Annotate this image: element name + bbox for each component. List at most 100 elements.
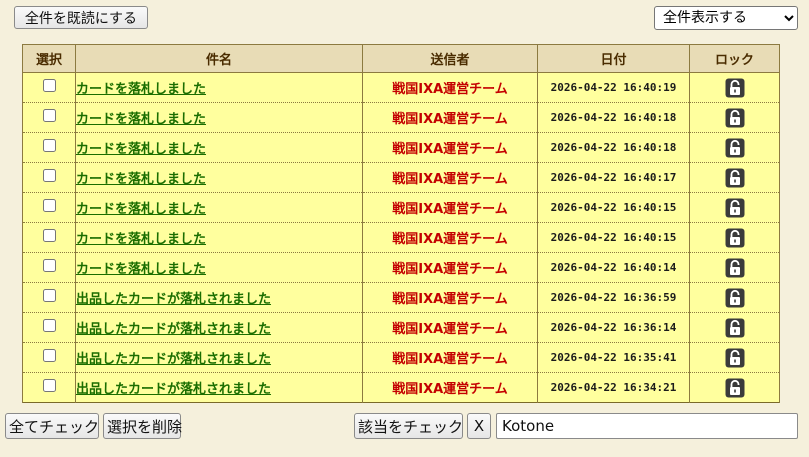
- match-name-input[interactable]: [496, 413, 798, 439]
- header-select: 選択: [22, 44, 76, 73]
- row-lock-cell: [689, 222, 780, 253]
- row-date: 2026-04-22 16:40:19: [550, 81, 677, 94]
- row-select-checkbox[interactable]: [42, 139, 56, 152]
- row-subject-link[interactable]: カードを落札しました: [76, 142, 206, 157]
- row-subject-link[interactable]: 出品したカードが落札されました: [76, 382, 271, 397]
- row-subject-link[interactable]: カードを落札しました: [76, 172, 206, 187]
- row-subject-link[interactable]: 出品したカードが落札されました: [76, 292, 271, 307]
- row-select-checkbox[interactable]: [42, 259, 56, 272]
- row-sender: 戦国IXA運営チーム: [392, 82, 508, 97]
- header-subject: 件名: [75, 44, 363, 73]
- delete-selected-button[interactable]: 選択を削除: [103, 413, 182, 439]
- padlock-open-icon[interactable]: [725, 228, 745, 248]
- padlock-open-icon[interactable]: [725, 138, 745, 158]
- header-lock: ロック: [689, 44, 780, 73]
- row-select-checkbox[interactable]: [42, 349, 56, 362]
- padlock-open-icon[interactable]: [725, 168, 745, 188]
- row-lock-cell: [689, 162, 780, 193]
- row-date: 2026-04-22 16:40:15: [550, 201, 677, 214]
- row-sender: 戦国IXA運営チーム: [392, 262, 508, 277]
- row-select-checkbox[interactable]: [42, 169, 56, 182]
- padlock-open-icon[interactable]: [725, 78, 745, 98]
- row-select-cell: [22, 282, 76, 313]
- row-lock-cell: [689, 132, 780, 163]
- row-sender-cell: 戦国IXA運営チーム: [362, 192, 538, 223]
- table-header-row: 選択 件名 送信者 日付 ロック: [22, 44, 780, 73]
- table-row: 出品したカードが落札されました 戦国IXA運営チーム 2026-04-22 16:3…: [22, 282, 780, 313]
- table-row: カードを落札しました 戦国IXA運営チーム 2026-04-22 16:40:18: [22, 132, 780, 163]
- check-matching-button[interactable]: 該当をチェック: [354, 413, 463, 439]
- row-select-cell: [22, 372, 76, 403]
- row-select-checkbox[interactable]: [42, 379, 56, 392]
- row-sender-cell: 戦国IXA運営チーム: [362, 312, 538, 343]
- padlock-open-icon[interactable]: [725, 108, 745, 128]
- padlock-open-icon[interactable]: [725, 258, 745, 278]
- row-select-checkbox[interactable]: [42, 79, 56, 92]
- row-subject-cell: カードを落札しました: [75, 132, 363, 163]
- row-date: 2026-04-22 16:40:18: [550, 111, 677, 124]
- row-sender-cell: 戦国IXA運営チーム: [362, 102, 538, 133]
- padlock-open-icon[interactable]: [725, 348, 745, 368]
- row-subject-cell: カードを落札しました: [75, 192, 363, 223]
- row-select-cell: [22, 252, 76, 283]
- row-sender-cell: 戦国IXA運営チーム: [362, 342, 538, 373]
- row-select-checkbox[interactable]: [42, 109, 56, 122]
- table-row: カードを落札しました 戦国IXA運営チーム 2026-04-22 16:40:14: [22, 252, 780, 283]
- clear-input-button[interactable]: X: [467, 413, 491, 439]
- row-select-checkbox[interactable]: [42, 319, 56, 332]
- row-subject-link[interactable]: カードを落札しました: [76, 112, 206, 127]
- row-date-cell: 2026-04-22 16:40:15: [537, 192, 690, 223]
- table-row: 出品したカードが落札されました 戦国IXA運営チーム 2026-04-22 16:3…: [22, 372, 780, 403]
- row-subject-link[interactable]: カードを落札しました: [76, 202, 206, 217]
- padlock-open-icon[interactable]: [725, 198, 745, 218]
- row-date: 2026-04-22 16:40:17: [550, 171, 677, 184]
- header-sender: 送信者: [362, 44, 538, 73]
- row-date-cell: 2026-04-22 16:40:15: [537, 222, 690, 253]
- row-lock-cell: [689, 372, 780, 403]
- row-sender: 戦国IXA運営チーム: [392, 352, 508, 367]
- row-sender: 戦国IXA運営チーム: [392, 382, 508, 397]
- row-subject-link[interactable]: カードを落札しました: [76, 82, 206, 97]
- row-lock-cell: [689, 342, 780, 373]
- row-subject-link[interactable]: カードを落札しました: [76, 232, 206, 247]
- row-date: 2026-04-22 16:40:14: [550, 261, 677, 274]
- row-subject-cell: カードを落札しました: [75, 72, 363, 103]
- row-sender-cell: 戦国IXA運営チーム: [362, 282, 538, 313]
- row-sender-cell: 戦国IXA運営チーム: [362, 222, 538, 253]
- row-lock-cell: [689, 282, 780, 313]
- mark-all-read-button[interactable]: 全件を既読にする: [14, 6, 148, 29]
- padlock-open-icon[interactable]: [725, 288, 745, 308]
- row-sender: 戦国IXA運営チーム: [392, 172, 508, 187]
- table-row: カードを落札しました 戦国IXA運営チーム 2026-04-22 16:40:17: [22, 162, 780, 193]
- row-date: 2026-04-22 16:34:21: [550, 381, 677, 394]
- row-subject-cell: 出品したカードが落札されました: [75, 312, 363, 343]
- row-date-cell: 2026-04-22 16:40:17: [537, 162, 690, 193]
- row-select-checkbox[interactable]: [42, 229, 56, 242]
- padlock-open-icon[interactable]: [725, 318, 745, 338]
- row-subject-cell: カードを落札しました: [75, 222, 363, 253]
- table-row: カードを落札しました 戦国IXA運営チーム 2026-04-22 16:40:18: [22, 102, 780, 133]
- header-date: 日付: [537, 44, 690, 73]
- row-select-cell: [22, 312, 76, 343]
- filter-select[interactable]: 全件表示する: [654, 6, 798, 30]
- check-all-button[interactable]: 全てチェック: [5, 413, 99, 439]
- row-select-cell: [22, 162, 76, 193]
- row-sender: 戦国IXA運営チーム: [392, 202, 508, 217]
- row-date-cell: 2026-04-22 16:40:19: [537, 72, 690, 103]
- row-select-checkbox[interactable]: [42, 199, 56, 212]
- row-select-cell: [22, 102, 76, 133]
- row-lock-cell: [689, 102, 780, 133]
- row-subject-link[interactable]: 出品したカードが落札されました: [76, 352, 271, 367]
- row-subject-link[interactable]: カードを落札しました: [76, 262, 206, 277]
- row-date-cell: 2026-04-22 16:40:18: [537, 132, 690, 163]
- row-subject-cell: 出品したカードが落札されました: [75, 372, 363, 403]
- message-table: 選択 件名 送信者 日付 ロック カードを落札しました 戦国IXA運営チーム 202…: [22, 44, 780, 403]
- row-subject-link[interactable]: 出品したカードが落札されました: [76, 322, 271, 337]
- row-sender: 戦国IXA運営チーム: [392, 142, 508, 157]
- message-list-page: 全件を既読にする 全件表示する 選択 件名 送信者 日付 ロック カードを落札し…: [0, 0, 809, 457]
- table-row: 出品したカードが落札されました 戦国IXA運営チーム 2026-04-22 16:3…: [22, 342, 780, 373]
- row-lock-cell: [689, 312, 780, 343]
- row-lock-cell: [689, 72, 780, 103]
- padlock-open-icon[interactable]: [725, 378, 745, 398]
- row-select-checkbox[interactable]: [42, 289, 56, 302]
